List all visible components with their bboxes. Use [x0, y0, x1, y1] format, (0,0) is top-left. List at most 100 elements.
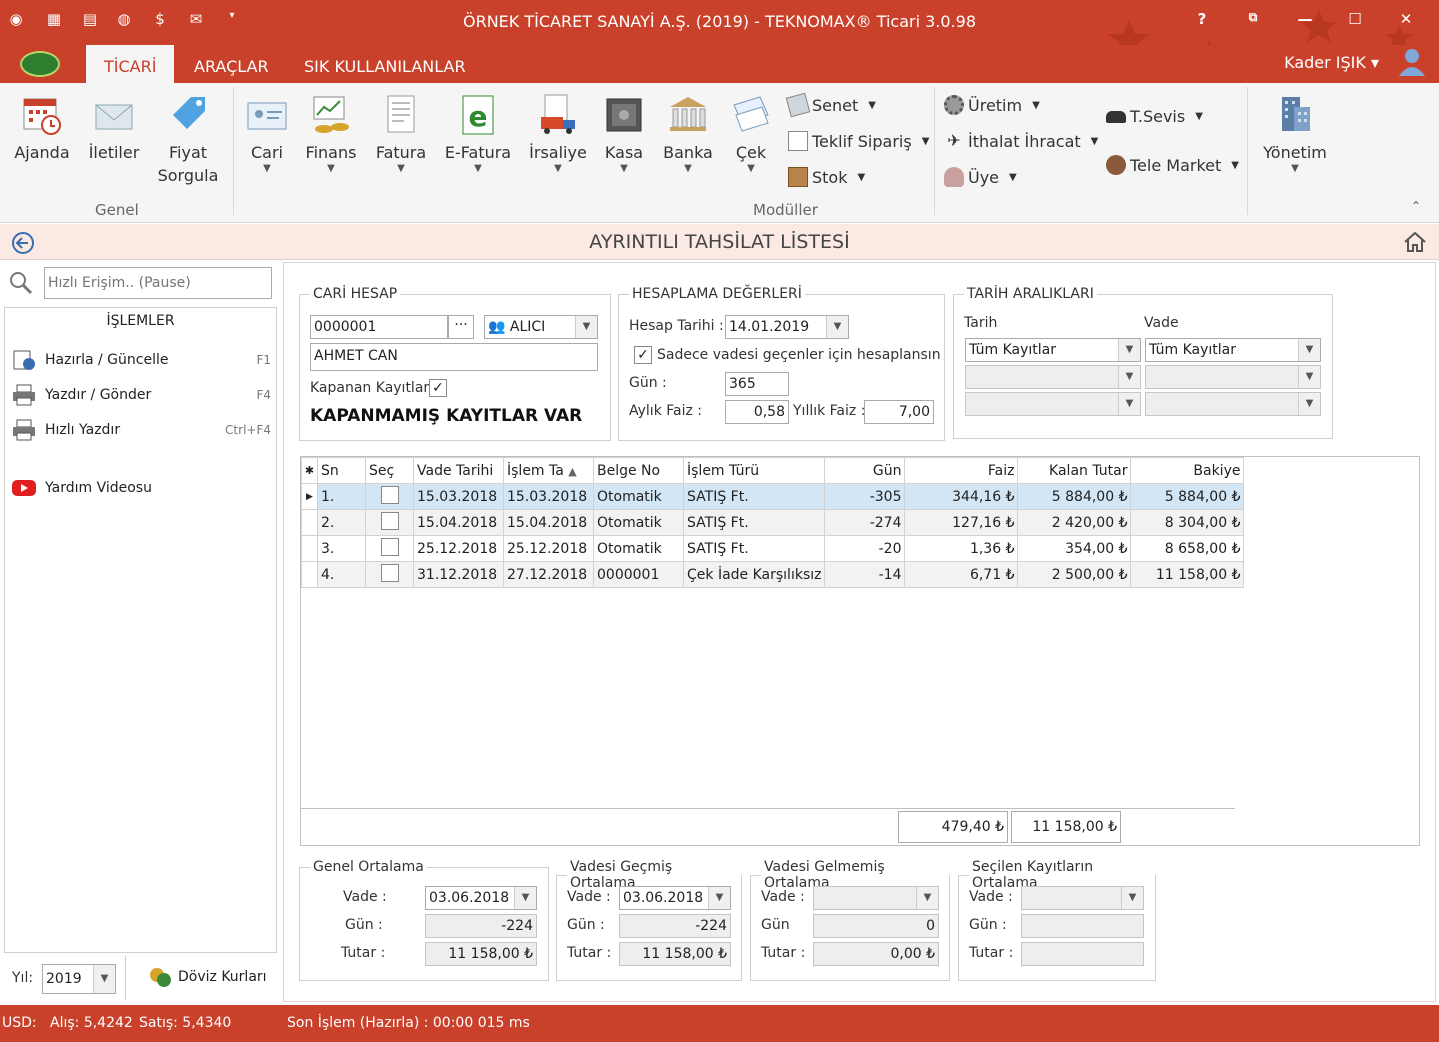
row-select-checkbox[interactable] [380, 563, 399, 582]
yearly-interest-input[interactable]: 7,00 [864, 400, 934, 424]
column-header[interactable]: Vade Tarihi [413, 457, 504, 484]
doviz-kurlari-button[interactable]: Döviz Kurları [148, 966, 267, 988]
maximize-button[interactable]: ☐ [1340, 10, 1370, 28]
minimize-button[interactable]: — [1290, 10, 1320, 28]
row-indicator [301, 535, 318, 562]
refresh-document-icon [13, 350, 35, 370]
cell-select[interactable] [365, 561, 414, 588]
cell-select[interactable] [365, 509, 414, 536]
table-row[interactable]: 2. 15.04.2018 15.04.2018 Otomatik SATIŞ … [301, 509, 1245, 536]
user-name[interactable]: Kader IŞIK ▾ [1284, 53, 1379, 72]
table-row[interactable]: ▶ 1. 15.03.2018 15.03.2018 Otomatik SATI… [301, 483, 1245, 510]
globe-icon[interactable]: ◍ [112, 10, 136, 28]
cari-code-input[interactable]: 0000001 [310, 315, 448, 339]
hazirla-guncelle-item[interactable]: Hazırla / Güncelle F1 [11, 348, 271, 372]
customize-quick-access-icon[interactable]: ▾ [220, 10, 244, 21]
restore-ribbon-button[interactable]: ⧉ [1238, 10, 1268, 25]
column-header-sorted[interactable]: İşlem Ta ▲ [503, 457, 594, 484]
fatura-button[interactable]: Fatura ▼ [372, 83, 430, 174]
last-operation: Son İşlem (Hazırla) : 00:00 015 ms [287, 1015, 530, 1031]
chevron-down-icon[interactable]: ▼ [575, 316, 597, 338]
chevron-down-icon[interactable]: ▼ [826, 316, 848, 338]
uye-button[interactable]: Üye ▼ [944, 167, 1017, 187]
yonetim-button[interactable]: Yönetim ▼ [1258, 83, 1332, 174]
stok-button[interactable]: Stok ▼ [788, 167, 865, 187]
home-icon[interactable] [1403, 230, 1427, 254]
more-button[interactable]: ··· [448, 315, 474, 339]
irsaliye-button[interactable]: İrsaliye ▼ [526, 83, 590, 174]
closed-records-checkbox[interactable]: ✓ [429, 379, 447, 397]
tarih-range-select[interactable]: Tüm Kayıtlar ▼ [965, 338, 1141, 362]
yardim-videosu-item[interactable]: Yardım Videosu [11, 476, 271, 500]
chevron-down-icon[interactable]: ▼ [708, 887, 730, 909]
day-input[interactable]: 365 [725, 372, 789, 396]
column-header[interactable]: Faiz [904, 457, 1019, 484]
ithalat-ihracat-button[interactable]: ✈ İthalat İhracat ▼ [944, 131, 1098, 151]
chevron-down-icon[interactable]: ▼ [1118, 339, 1140, 361]
quick-access-input[interactable] [44, 267, 272, 299]
row-select-checkbox[interactable] [380, 537, 399, 556]
vade-range-select[interactable]: Tüm Kayıtlar ▼ [1145, 338, 1321, 362]
calculator-icon[interactable]: ▦ [42, 10, 66, 28]
kasa-button[interactable]: Kasa ▼ [598, 83, 650, 174]
hesap-date-picker[interactable]: 14.01.2019 ▼ [725, 315, 849, 339]
tab-araclar[interactable]: ARAÇLAR [194, 57, 269, 76]
collapse-ribbon-icon[interactable]: ⌃ [1411, 199, 1421, 213]
chevron-down-icon[interactable]: ▼ [1298, 339, 1320, 361]
cari-button[interactable]: Cari ▼ [242, 83, 292, 174]
row-select-checkbox[interactable] [380, 511, 399, 530]
row-select-checkbox[interactable] [380, 485, 399, 504]
currency-icon[interactable]: $ [148, 10, 172, 28]
cell-select[interactable] [365, 535, 414, 562]
column-header[interactable]: Kalan Tutar [1017, 457, 1132, 484]
cek-button[interactable]: Çek ▼ [724, 83, 778, 174]
contacts-icon[interactable]: ▤ [78, 10, 102, 28]
cell-select[interactable] [365, 483, 414, 510]
cari-type-select[interactable]: 👥 ALICI ▼ [484, 315, 598, 339]
column-header[interactable]: Bakiye [1130, 457, 1245, 484]
ajanda-button[interactable]: Ajanda [10, 83, 74, 164]
banka-button[interactable]: Banka ▼ [660, 83, 716, 174]
tab-ticari[interactable]: TİCARİ [86, 45, 175, 83]
monthly-interest-input[interactable]: 0,58 [725, 400, 789, 424]
yazdir-gonder-item[interactable]: Yazdır / Gönder F4 [11, 383, 271, 407]
finans-button[interactable]: Finans ▼ [302, 83, 360, 174]
gecmis-vade-picker[interactable]: 03.06.2018 ▼ [619, 886, 731, 910]
cari-name-input[interactable]: AHMET CAN [310, 343, 598, 371]
app-menu-icon[interactable]: ◉ [4, 10, 28, 28]
uretim-button[interactable]: Üretim ▼ [944, 95, 1040, 115]
fiyat-sorgula-button[interactable]: Fiyat Sorgula [154, 83, 222, 187]
hizli-yazdir-item[interactable]: Hızlı Yazdır Ctrl+F4 [11, 418, 271, 442]
column-header[interactable]: Gün [824, 457, 906, 484]
teklif-siparis-button[interactable]: Teklif Sipariş ▼ [788, 131, 929, 151]
tele-market-button[interactable]: Tele Market ▼ [1106, 155, 1239, 175]
mail-send-icon[interactable]: ✉ [184, 10, 208, 28]
chevron-down-icon[interactable]: ▼ [514, 887, 536, 909]
column-header[interactable]: Seç [365, 457, 414, 484]
gelmemis-tutar-value: 0,00 ₺ [813, 942, 939, 966]
user-avatar-icon[interactable] [1397, 46, 1427, 76]
column-header[interactable]: İşlem Türü [682, 457, 826, 484]
iletiler-button[interactable]: İletiler [84, 83, 144, 164]
cell-faiz: 127,16 ₺ [904, 509, 1019, 536]
invoice-icon [387, 95, 415, 133]
year-select[interactable]: 2019 ▼ [42, 964, 116, 994]
only-overdue-checkbox[interactable]: ✓ [634, 346, 652, 364]
t-sevis-button[interactable]: T.Sevis ▼ [1106, 107, 1203, 126]
calendar-clock-icon [23, 98, 61, 135]
cell-faiz: 1,36 ₺ [904, 535, 1019, 562]
chevron-down-icon[interactable]: ▼ [93, 965, 115, 993]
cell-gun: -20 [824, 535, 906, 562]
close-button[interactable]: ✕ [1391, 10, 1421, 28]
column-header[interactable]: Belge No [593, 457, 684, 484]
e-fatura-button[interactable]: e E-Fatura ▼ [444, 83, 512, 174]
column-header[interactable]: Sn [317, 457, 366, 484]
table-row[interactable]: 3. 25.12.2018 25.12.2018 Otomatik SATIŞ … [301, 535, 1245, 562]
cell-sn: 2. [317, 509, 366, 536]
hesaplama-legend: HESAPLAMA DEĞERLERİ [632, 286, 802, 302]
tab-sik-kullanilanlar[interactable]: SIK KULLANILANLAR [304, 57, 466, 76]
senet-button[interactable]: Senet ▼ [785, 92, 876, 118]
help-button[interactable]: ? [1187, 10, 1217, 28]
table-row[interactable]: 4. 31.12.2018 27.12.2018 0000001 Çek İad… [301, 561, 1245, 588]
avg-vade-picker[interactable]: 03.06.2018 ▼ [425, 886, 537, 910]
